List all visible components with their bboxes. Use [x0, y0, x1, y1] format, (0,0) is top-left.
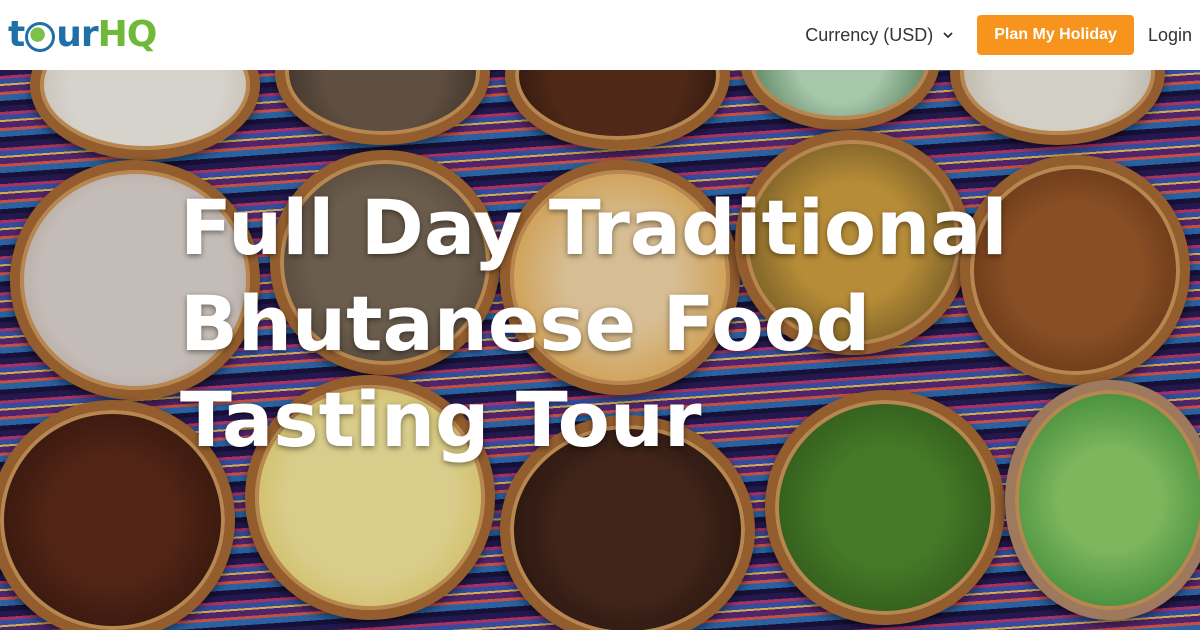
header-nav: Currency (USD) Plan My Holiday Login [805, 15, 1192, 55]
currency-selector[interactable]: Currency (USD) [805, 25, 953, 46]
plan-my-holiday-button[interactable]: Plan My Holiday [977, 15, 1134, 55]
hero-title: Full Day Traditional Bhutanese Food Tast… [180, 183, 1008, 464]
currency-label: Currency (USD) [805, 24, 934, 45]
logo-text-hq: HQ [97, 13, 158, 55]
hero-banner: Full Day Traditional Bhutanese Food Tast… [0, 70, 1200, 630]
login-link[interactable]: Login [1148, 25, 1192, 46]
site-header: t ur HQ Currency (USD) Plan My Holiday L… [0, 0, 1200, 70]
logo-text-ur: ur [56, 13, 98, 55]
chevron-down-icon [943, 32, 953, 39]
tourhq-logo[interactable]: t ur HQ [8, 12, 158, 56]
globe-icon [25, 22, 56, 52]
logo-text-t: t [8, 13, 25, 55]
